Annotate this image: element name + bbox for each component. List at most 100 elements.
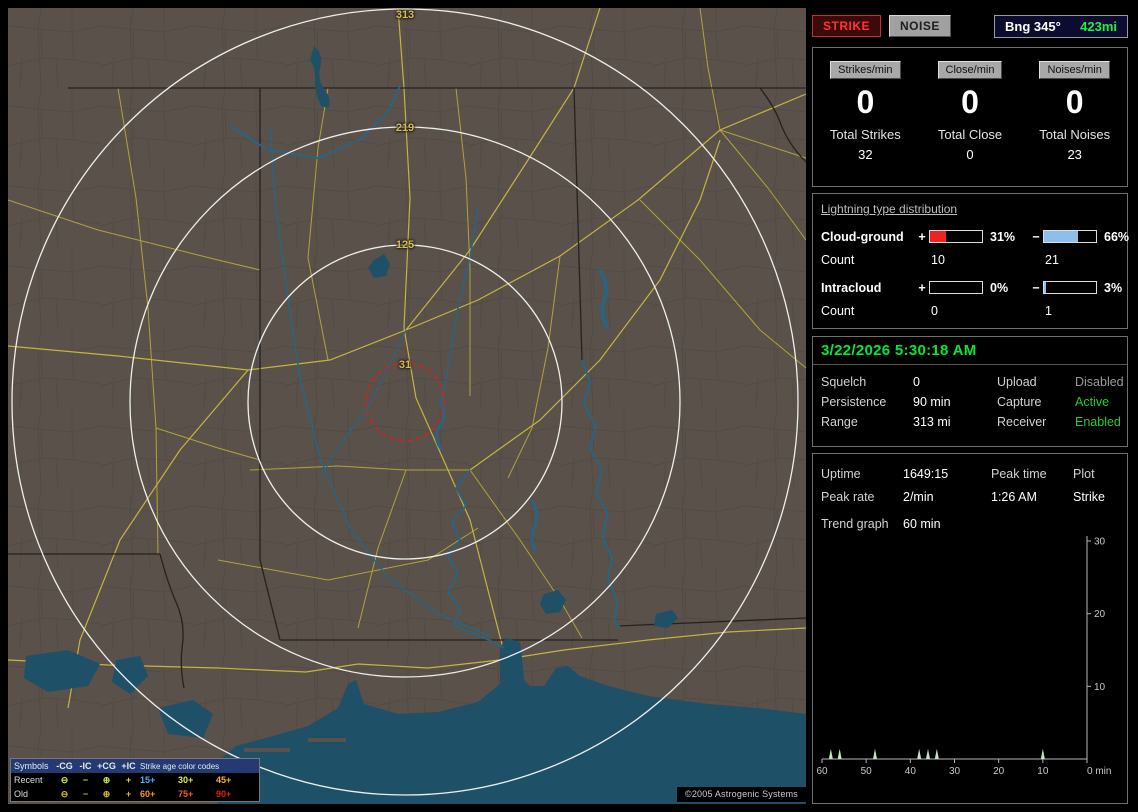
upload-value: Disabled [1075, 375, 1124, 389]
svg-text:10: 10 [1037, 766, 1049, 777]
receiver-label: Receiver [997, 415, 1047, 429]
legend-col-pos-cg: +CG [97, 760, 116, 771]
total-close-value: 0 [966, 147, 974, 162]
persistence-label: Persistence [821, 395, 887, 409]
svg-text:30: 30 [1094, 537, 1106, 548]
distribution-title: Lightning type distribution [821, 202, 958, 216]
legend-age-header: Strike age color codes [140, 761, 220, 771]
range-value: 313 mi [913, 415, 951, 429]
age-90-label: 90+ [216, 788, 232, 799]
plus-sign: + [918, 229, 926, 244]
total-noises-value: 23 [1067, 147, 1082, 162]
right-panel: STRIKE NOISE Bng 345° 423mi Strikes/min … [812, 0, 1130, 812]
copyright-text: ©2005 Astrogenic Systems [677, 787, 806, 802]
svg-text:20: 20 [1094, 609, 1106, 620]
uptime-label: Uptime [821, 466, 861, 481]
minus-sign: − [1032, 280, 1040, 295]
distribution-box: Lightning type distribution Cloud-ground… [812, 193, 1129, 329]
age-30-label: 30+ [178, 774, 194, 785]
radar-map[interactable]: 313 219 125 31 Symbols -CG -IC +CG +IC S… [8, 8, 806, 804]
intracloud-count-row: Count 0 1 [821, 299, 1119, 322]
persistence-value: 90 min [913, 395, 951, 409]
intracloud-label: Intracloud [821, 280, 882, 295]
peak-rate-value: 2/min [903, 489, 934, 504]
close-per-min-button[interactable]: Close/min [937, 61, 1003, 79]
legend-col-neg-cg: -CG [56, 760, 73, 771]
cg-negative-pct: 66% [1104, 229, 1130, 244]
age-45-label: 45+ [216, 774, 232, 785]
cg-positive-pct: 31% [990, 229, 1016, 244]
pos-cg-recent-icon: ⊕ [102, 774, 111, 785]
plus-sign: + [918, 280, 926, 295]
svg-text:10: 10 [1094, 682, 1106, 693]
age-75-label: 75+ [178, 788, 194, 799]
svg-text:40: 40 [905, 766, 917, 777]
cg-positive-count: 10 [931, 252, 945, 267]
noise-indicator-button[interactable]: NOISE [889, 15, 951, 37]
strikes-column: Strikes/min 0 Total Strikes 32 [813, 48, 918, 186]
bearing-value: Bng 345° [1005, 18, 1061, 34]
svg-text:30: 30 [949, 766, 961, 777]
bearing-distance-box: Bng 345° 423mi [994, 14, 1128, 38]
plot-value: Strike [1073, 489, 1105, 504]
datetime-display: 3/22/2026 5:30:18 AM [821, 342, 977, 359]
total-strikes-label: Total Strikes [829, 127, 901, 142]
stats-box: Uptime 1649:15 Peak time Plot Peak rate … [812, 453, 1128, 804]
legend-row-old: Old ⊖ − ⊕ + 60+ 75+ 90+ [11, 787, 259, 801]
persistence-capture-row: Persistence 90 min Capture Active [821, 392, 1119, 412]
ic-negative-pct: 3% [1104, 280, 1123, 295]
strikes-per-min-button[interactable]: Strikes/min [830, 61, 901, 79]
legend-symbols-header: Symbols [14, 760, 49, 771]
cg-negative-bar [1043, 230, 1097, 243]
noises-per-min-value: 0 [1065, 84, 1084, 120]
squelch-value: 0 [913, 375, 920, 389]
capture-label: Capture [997, 395, 1042, 409]
minus-sign: − [1032, 229, 1040, 244]
strikes-per-min-value: 0 [856, 84, 875, 120]
uptime-value: 1649:15 [903, 466, 949, 481]
plot-label: Plot [1073, 466, 1095, 481]
legend-col-neg-ic: -IC [79, 760, 92, 771]
svg-text:50: 50 [861, 766, 873, 777]
noises-column: Noises/min 0 Total Noises 23 [1022, 48, 1127, 186]
total-close-label: Total Close [937, 127, 1003, 142]
pos-ic-recent-icon: + [125, 774, 132, 785]
peak-time-value: 1:26 AM [991, 489, 1037, 504]
legend-row-recent: Recent ⊖ − ⊕ + 15+ 30+ 45+ [11, 773, 259, 787]
strike-indicator-button[interactable]: STRIKE [812, 15, 882, 37]
cg-negative-count: 21 [1045, 252, 1059, 267]
total-noises-label: Total Noises [1039, 127, 1111, 142]
intracloud-row: Intracloud + 0% − 3% [821, 276, 1122, 299]
neg-cg-recent-icon: ⊖ [60, 774, 69, 785]
peak-rate-label: Peak rate [821, 489, 875, 504]
cg-positive-bar [929, 230, 983, 243]
peak-time-label: Peak time [991, 466, 1047, 481]
neg-cg-old-icon: ⊖ [60, 788, 69, 799]
squelch-upload-row: Squelch 0 Upload Disabled [821, 372, 1124, 392]
status-box: 3/22/2026 5:30:18 AM Squelch 0 Upload Di… [812, 336, 1128, 447]
receiver-value: Enabled [1075, 415, 1121, 429]
close-per-min-value: 0 [961, 84, 979, 120]
neg-ic-old-icon: − [82, 788, 89, 799]
uptime-row: Uptime 1649:15 Peak time Plot [821, 462, 1119, 485]
cloud-ground-count-row: Count 10 21 [821, 248, 1119, 271]
pos-cg-old-icon: ⊕ [102, 788, 111, 799]
capture-value: Active [1075, 395, 1110, 409]
map-canvas[interactable] [8, 8, 806, 804]
squelch-label: Squelch [821, 375, 867, 389]
rates-box: Strikes/min 0 Total Strikes 32 Close/min… [812, 47, 1128, 187]
cg-count-label: Count [821, 252, 855, 267]
legend-header: Symbols -CG -IC +CG +IC Strike age color… [11, 759, 259, 773]
distance-value: 423mi [1080, 18, 1117, 34]
header-row: STRIKE NOISE Bng 345° 423mi [812, 12, 1128, 40]
ic-negative-bar [1043, 281, 1097, 294]
upload-label: Upload [997, 375, 1037, 389]
age-60-label: 60+ [140, 788, 156, 799]
map-legend: Symbols -CG -IC +CG +IC Strike age color… [10, 758, 260, 802]
age-15-label: 15+ [140, 774, 156, 785]
ic-count-label: Count [821, 303, 855, 318]
ic-positive-count: 0 [931, 303, 938, 318]
ic-positive-bar [929, 281, 983, 294]
svg-text:0 min: 0 min [1087, 766, 1111, 777]
noises-per-min-button[interactable]: Noises/min [1039, 61, 1110, 79]
